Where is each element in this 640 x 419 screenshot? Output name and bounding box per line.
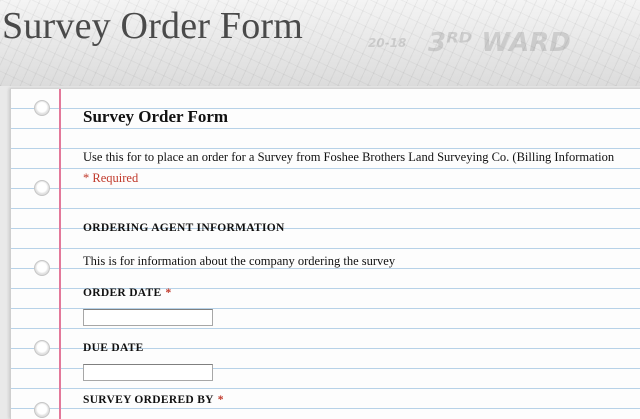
- due-date-label-text: DUE DATE: [83, 342, 144, 354]
- notebook-paper: Survey Order Form Use this for to place …: [10, 88, 640, 419]
- binder-hole: [34, 260, 50, 276]
- survey-ordered-by-label-text: SURVEY ORDERED BY: [83, 394, 214, 406]
- due-date-input[interactable]: [83, 364, 213, 381]
- form-title: Survey Order Form: [83, 107, 229, 126]
- form-description: Use this for to place an order for a Sur…: [83, 150, 615, 164]
- binder-hole: [34, 100, 50, 116]
- order-date-label: ORDER DATE *: [83, 287, 172, 299]
- order-date-input[interactable]: [83, 309, 213, 326]
- due-date-label: DUE DATE: [83, 342, 144, 354]
- page-title: Survey Order Form: [2, 5, 304, 47]
- margin-line: [59, 89, 61, 419]
- order-date-label-text: ORDER DATE: [83, 287, 162, 299]
- binder-hole: [34, 340, 50, 356]
- binder-hole: [34, 402, 50, 418]
- section-description: This is for information about the compan…: [83, 254, 396, 268]
- required-asterisk: *: [217, 394, 224, 406]
- map-watermark-number: 20-18: [368, 36, 407, 50]
- required-note: * Required: [83, 171, 139, 185]
- section-header: ORDERING AGENT INFORMATION: [83, 222, 285, 234]
- survey-ordered-by-label: SURVEY ORDERED BY *: [83, 394, 224, 406]
- required-asterisk: *: [165, 287, 172, 299]
- binder-hole: [34, 180, 50, 196]
- map-watermark-text: 3ᴿᴰ WARD: [428, 28, 571, 58]
